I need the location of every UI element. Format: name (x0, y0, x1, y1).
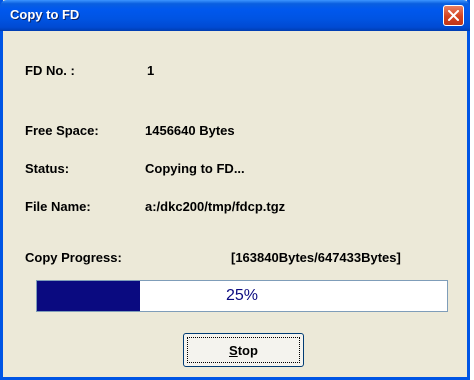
stop-button[interactable]: Stop (183, 333, 304, 367)
file-name-label: File Name: (25, 199, 91, 214)
copy-to-fd-dialog: Copy to FD FD No. : 1 Free Space: 145664… (0, 0, 470, 380)
status-label: Status: (25, 161, 70, 176)
free-space-label: Free Space: (25, 123, 99, 138)
fd-no-value: 1 (147, 63, 155, 78)
title-bar[interactable]: Copy to FD (0, 0, 470, 31)
stop-mnemonic: S (229, 343, 238, 358)
close-icon (448, 10, 459, 21)
fd-no-label: FD No. : (25, 63, 75, 78)
copy-progress-label: Copy Progress: (25, 250, 122, 265)
file-name-value: a:/dkc200/tmp/fdcp.tgz (145, 199, 286, 214)
free-space-value: 1456640 Bytes (145, 123, 235, 138)
status-value: Copying to FD... (145, 161, 245, 176)
stop-label-rest: top (237, 343, 258, 358)
close-button[interactable] (443, 5, 464, 26)
stop-button-label: Stop (187, 337, 300, 363)
copy-progress-bytes: [163840Bytes/647433Bytes] (231, 250, 401, 265)
progress-percent: 25% (225, 287, 259, 304)
progress-bar: 25% (36, 280, 448, 312)
window-title: Copy to FD (10, 7, 80, 22)
